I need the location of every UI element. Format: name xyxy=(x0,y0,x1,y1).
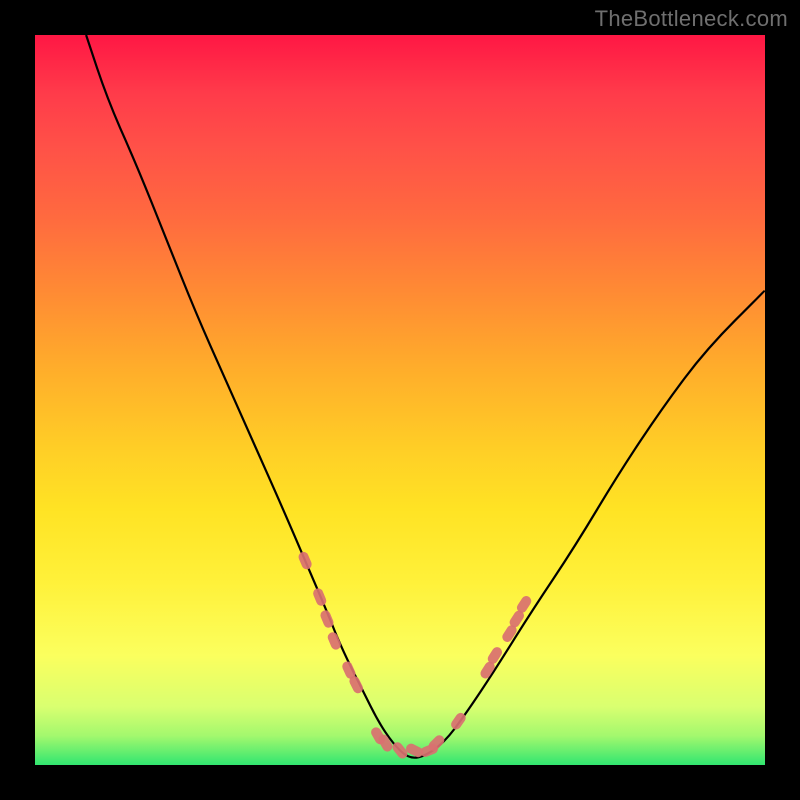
chart-svg xyxy=(35,35,765,765)
plot-area xyxy=(35,35,765,765)
watermark-text: TheBottleneck.com xyxy=(595,6,788,32)
marker-dot xyxy=(297,550,313,570)
markers-group xyxy=(297,550,533,760)
curve-path xyxy=(86,35,765,758)
chart-frame: TheBottleneck.com xyxy=(0,0,800,800)
marker-dot xyxy=(312,587,328,607)
